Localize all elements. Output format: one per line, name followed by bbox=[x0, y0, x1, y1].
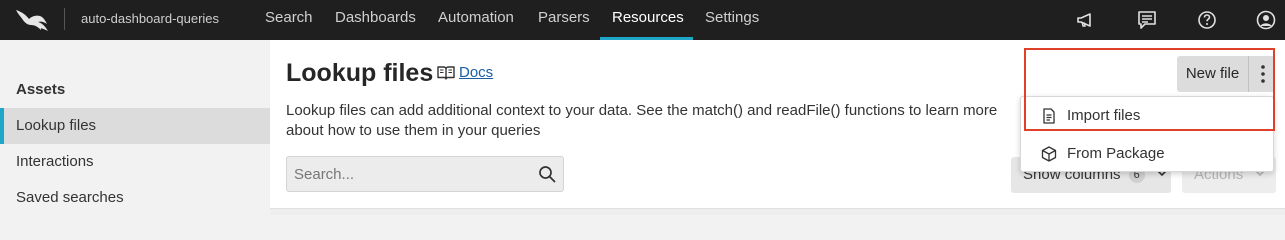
nav-parsers[interactable]: Parsers bbox=[538, 9, 590, 26]
megaphone-icon[interactable] bbox=[1075, 9, 1097, 31]
nav-settings[interactable]: Settings bbox=[705, 9, 759, 26]
falcon-logo-icon[interactable] bbox=[14, 6, 50, 34]
more-options-button[interactable] bbox=[1249, 56, 1275, 92]
docs-link[interactable]: Docs bbox=[459, 64, 493, 81]
page-description: Lookup files can add additional context … bbox=[286, 102, 998, 139]
divider bbox=[64, 8, 65, 30]
search-icon[interactable] bbox=[538, 165, 556, 183]
kebab-menu-icon bbox=[1261, 65, 1265, 83]
nav-resources[interactable]: Resources bbox=[612, 9, 684, 26]
sidebar-heading: Assets bbox=[16, 81, 66, 98]
table-header-strip bbox=[270, 208, 1285, 215]
menu-item-from-package[interactable]: From Package bbox=[1021, 135, 1275, 173]
file-icon bbox=[1043, 108, 1055, 124]
book-icon bbox=[437, 65, 455, 81]
nav-automation[interactable]: Automation bbox=[438, 9, 514, 26]
menu-item-label: From Package bbox=[1067, 145, 1165, 162]
account-icon[interactable] bbox=[1255, 9, 1277, 31]
help-icon[interactable] bbox=[1196, 9, 1218, 31]
sidebar-item-lookup-files[interactable]: Lookup files bbox=[0, 108, 270, 144]
page-title: Lookup files bbox=[286, 59, 434, 87]
sidebar-item-interactions[interactable]: Interactions bbox=[0, 144, 270, 180]
new-file-dropdown-menu: Import files From Package bbox=[1020, 96, 1274, 172]
new-file-split-button: New file bbox=[1177, 56, 1275, 92]
repository-name[interactable]: auto-dashboard-queries bbox=[81, 11, 219, 26]
sidebar: Assets Lookup files Interactions Saved s… bbox=[0, 40, 270, 215]
new-file-button[interactable]: New file bbox=[1177, 56, 1248, 92]
package-icon bbox=[1041, 146, 1057, 162]
menu-item-label: Import files bbox=[1067, 107, 1141, 124]
feedback-icon[interactable] bbox=[1136, 9, 1158, 31]
sidebar-item-saved-searches[interactable]: Saved searches bbox=[0, 180, 270, 216]
search-input[interactable] bbox=[294, 164, 524, 184]
nav-search[interactable]: Search bbox=[265, 9, 313, 26]
nav-dashboards[interactable]: Dashboards bbox=[335, 9, 416, 26]
menu-item-import-files[interactable]: Import files bbox=[1021, 97, 1275, 135]
top-navbar: auto-dashboard-queries Search Dashboards… bbox=[0, 0, 1285, 40]
search-box bbox=[286, 156, 564, 192]
